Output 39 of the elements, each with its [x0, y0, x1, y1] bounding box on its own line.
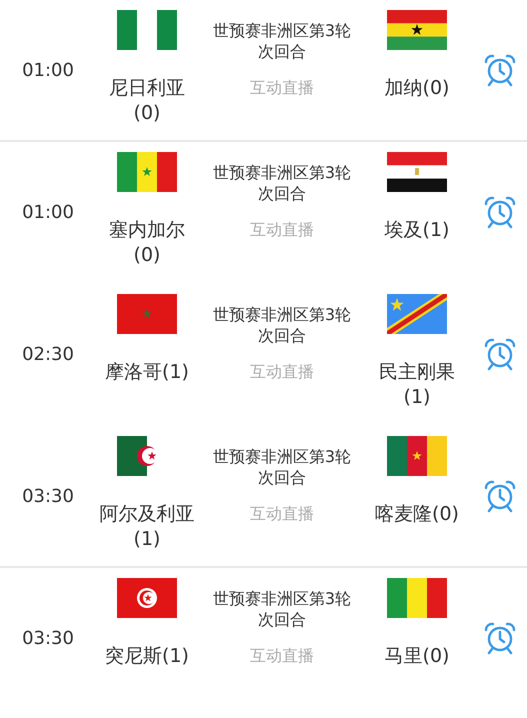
match-time: 03:30: [21, 486, 75, 506]
team-name: 喀麦隆(0): [374, 502, 460, 527]
flag-icon: [387, 10, 447, 50]
flag-icon: [117, 10, 177, 50]
flag-icon: [387, 578, 447, 618]
live-link[interactable]: 互动直播: [250, 646, 314, 667]
round-label: 世预赛非洲区第3轮次回合: [212, 162, 352, 204]
team-name: 阿尔及利亚(1): [98, 502, 196, 552]
round-label: 世预赛非洲区第3轮次回合: [212, 446, 352, 488]
match-time: 02:30: [21, 344, 75, 364]
flag-icon: [117, 578, 177, 618]
alarm-clock-icon[interactable]: [482, 621, 516, 655]
live-link[interactable]: 互动直播: [250, 362, 314, 383]
team-name: 埃及(1): [384, 218, 450, 243]
match-time: 01:00: [21, 202, 75, 222]
match-time: 03:30: [21, 628, 75, 648]
team-name: 摩洛哥(1): [104, 360, 190, 385]
alarm-clock-icon[interactable]: [482, 337, 516, 371]
round-label: 世预赛非洲区第3轮次回合: [212, 304, 352, 346]
round-label: 世预赛非洲区第3轮次回合: [212, 588, 352, 630]
alarm-clock-icon[interactable]: [482, 195, 516, 229]
live-link[interactable]: 互动直播: [250, 504, 314, 525]
team-name: 马里(0): [384, 644, 450, 669]
team-name: 民主刚果(1): [378, 360, 456, 410]
flag-icon: [387, 152, 447, 192]
flag-icon: [117, 294, 177, 334]
live-link[interactable]: 互动直播: [250, 220, 314, 241]
flag-icon: [387, 294, 447, 334]
flag-icon: [387, 436, 447, 476]
flag-icon: [117, 152, 177, 192]
team-name: 加纳(0): [384, 76, 450, 101]
team-name: 突尼斯(1): [104, 644, 190, 669]
live-link[interactable]: 互动直播: [250, 78, 314, 99]
team-name: 尼日利亚(0): [108, 76, 186, 126]
team-name: 塞内加尔(0): [108, 218, 186, 268]
round-label: 世预赛非洲区第3轮次回合: [212, 20, 352, 62]
match-time: 01:00: [21, 60, 75, 80]
alarm-clock-icon[interactable]: [482, 53, 516, 87]
alarm-clock-icon[interactable]: [482, 479, 516, 513]
